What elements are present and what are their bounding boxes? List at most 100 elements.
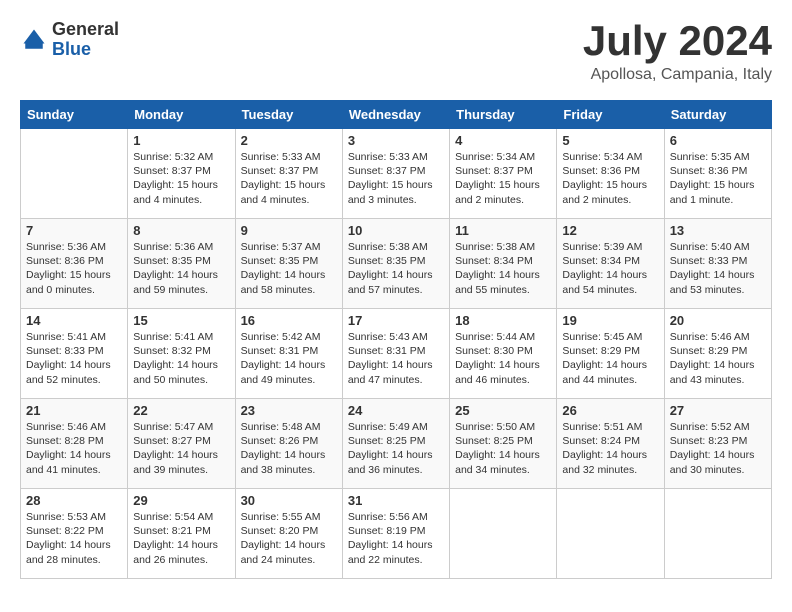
calendar-cell: 26 Sunrise: 5:51 AM Sunset: 8:24 PM Dayli…	[557, 399, 664, 489]
day-number: 27	[670, 403, 766, 418]
day-number: 5	[562, 133, 658, 148]
day-number: 17	[348, 313, 444, 328]
calendar-cell: 23 Sunrise: 5:48 AM Sunset: 8:26 PM Dayli…	[235, 399, 342, 489]
calendar-cell: 14Sunrise: 5:41 AM Sunset: 8:33 PM Dayli…	[21, 309, 128, 399]
col-header-monday: Monday	[128, 101, 235, 129]
cell-content: Sunrise: 5:36 AM Sunset: 8:36 PM Dayligh…	[26, 240, 122, 297]
calendar-cell: 16Sunrise: 5:42 AM Sunset: 8:31 PM Dayli…	[235, 309, 342, 399]
header-row: SundayMondayTuesdayWednesdayThursdayFrid…	[21, 101, 772, 129]
logo: General Blue	[20, 20, 119, 60]
week-row-1: 1Sunrise: 5:32 AM Sunset: 8:37 PM Daylig…	[21, 129, 772, 219]
calendar-cell: 30Sunrise: 5:55 AM Sunset: 8:20 PM Dayli…	[235, 489, 342, 579]
calendar-cell: 15Sunrise: 5:41 AM Sunset: 8:32 PM Dayli…	[128, 309, 235, 399]
calendar-cell: 20Sunrise: 5:46 AM Sunset: 8:29 PM Dayli…	[664, 309, 771, 399]
cell-content: Sunrise: 5:56 AM Sunset: 8:19 PM Dayligh…	[348, 510, 444, 567]
day-number: 31	[348, 493, 444, 508]
cell-content: Sunrise: 5:43 AM Sunset: 8:31 PM Dayligh…	[348, 330, 444, 387]
logo-blue-text: Blue	[52, 40, 119, 60]
day-number: 21	[26, 403, 122, 418]
cell-content: Sunrise: 5:44 AM Sunset: 8:30 PM Dayligh…	[455, 330, 551, 387]
day-number: 19	[562, 313, 658, 328]
title-block: July 2024 Apollosa, Campania, Italy	[583, 20, 772, 84]
day-number: 3	[348, 133, 444, 148]
calendar-body: 1Sunrise: 5:32 AM Sunset: 8:37 PM Daylig…	[21, 129, 772, 579]
cell-content: Sunrise: 5:33 AM Sunset: 8:37 PM Dayligh…	[348, 150, 444, 207]
day-number: 8	[133, 223, 229, 238]
page-header: General Blue July 2024 Apollosa, Campani…	[20, 20, 772, 84]
cell-content: Sunrise: 5:47 AM Sunset: 8:27 PM Dayligh…	[133, 420, 229, 477]
calendar-cell: 2Sunrise: 5:33 AM Sunset: 8:37 PM Daylig…	[235, 129, 342, 219]
day-number: 29	[133, 493, 229, 508]
day-number: 14	[26, 313, 122, 328]
logo-text: General Blue	[52, 20, 119, 60]
calendar-cell: 6 Sunrise: 5:35 AM Sunset: 8:36 PM Daylig…	[664, 129, 771, 219]
day-number: 26	[562, 403, 658, 418]
cell-content: Sunrise: 5:48 AM Sunset: 8:26 PM Dayligh…	[241, 420, 337, 477]
day-number: 30	[241, 493, 337, 508]
calendar-cell	[664, 489, 771, 579]
cell-content: Sunrise: 5:46 AM Sunset: 8:28 PM Dayligh…	[26, 420, 122, 477]
day-number: 24	[348, 403, 444, 418]
day-number: 6	[670, 133, 766, 148]
cell-content: Sunrise: 5:51 AM Sunset: 8:24 PM Dayligh…	[562, 420, 658, 477]
cell-content: Sunrise: 5:49 AM Sunset: 8:25 PM Dayligh…	[348, 420, 444, 477]
col-header-friday: Friday	[557, 101, 664, 129]
cell-content: Sunrise: 5:54 AM Sunset: 8:21 PM Dayligh…	[133, 510, 229, 567]
day-number: 10	[348, 223, 444, 238]
logo-general-text: General	[52, 20, 119, 40]
cell-content: Sunrise: 5:40 AM Sunset: 8:33 PM Dayligh…	[670, 240, 766, 297]
month-title: July 2024	[583, 20, 772, 62]
calendar-cell: 28Sunrise: 5:53 AM Sunset: 8:22 PM Dayli…	[21, 489, 128, 579]
day-number: 22	[133, 403, 229, 418]
calendar-cell: 19 Sunrise: 5:45 AM Sunset: 8:29 PM Dayli…	[557, 309, 664, 399]
calendar-cell: 7 Sunrise: 5:36 AM Sunset: 8:36 PM Daylig…	[21, 219, 128, 309]
cell-content: Sunrise: 5:34 AM Sunset: 8:36 PM Dayligh…	[562, 150, 658, 207]
cell-content: Sunrise: 5:52 AM Sunset: 8:23 PM Dayligh…	[670, 420, 766, 477]
calendar-cell: 9 Sunrise: 5:37 AM Sunset: 8:35 PM Daylig…	[235, 219, 342, 309]
cell-content: Sunrise: 5:36 AM Sunset: 8:35 PM Dayligh…	[133, 240, 229, 297]
calendar-cell: 4 Sunrise: 5:34 AM Sunset: 8:37 PM Daylig…	[450, 129, 557, 219]
calendar-cell: 21 Sunrise: 5:46 AM Sunset: 8:28 PM Dayli…	[21, 399, 128, 489]
cell-content: Sunrise: 5:32 AM Sunset: 8:37 PM Dayligh…	[133, 150, 229, 207]
week-row-2: 7 Sunrise: 5:36 AM Sunset: 8:36 PM Daylig…	[21, 219, 772, 309]
calendar-cell: 27 Sunrise: 5:52 AM Sunset: 8:23 PM Dayli…	[664, 399, 771, 489]
cell-content: Sunrise: 5:38 AM Sunset: 8:35 PM Dayligh…	[348, 240, 444, 297]
cell-content: Sunrise: 5:37 AM Sunset: 8:35 PM Dayligh…	[241, 240, 337, 297]
calendar-cell: 25 Sunrise: 5:50 AM Sunset: 8:25 PM Dayli…	[450, 399, 557, 489]
calendar-cell: 18 Sunrise: 5:44 AM Sunset: 8:30 PM Dayli…	[450, 309, 557, 399]
calendar-cell: 5 Sunrise: 5:34 AM Sunset: 8:36 PM Daylig…	[557, 129, 664, 219]
day-number: 4	[455, 133, 551, 148]
day-number: 20	[670, 313, 766, 328]
cell-content: Sunrise: 5:42 AM Sunset: 8:31 PM Dayligh…	[241, 330, 337, 387]
cell-content: Sunrise: 5:50 AM Sunset: 8:25 PM Dayligh…	[455, 420, 551, 477]
col-header-tuesday: Tuesday	[235, 101, 342, 129]
calendar-table: SundayMondayTuesdayWednesdayThursdayFrid…	[20, 100, 772, 579]
calendar-cell: 13 Sunrise: 5:40 AM Sunset: 8:33 PM Dayli…	[664, 219, 771, 309]
day-number: 23	[241, 403, 337, 418]
week-row-4: 21 Sunrise: 5:46 AM Sunset: 8:28 PM Dayli…	[21, 399, 772, 489]
calendar-cell: 31 Sunrise: 5:56 AM Sunset: 8:19 PM Dayli…	[342, 489, 449, 579]
cell-content: Sunrise: 5:39 AM Sunset: 8:34 PM Dayligh…	[562, 240, 658, 297]
calendar-cell: 29 Sunrise: 5:54 AM Sunset: 8:21 PM Dayli…	[128, 489, 235, 579]
day-number: 25	[455, 403, 551, 418]
cell-content: Sunrise: 5:41 AM Sunset: 8:32 PM Dayligh…	[133, 330, 229, 387]
cell-content: Sunrise: 5:34 AM Sunset: 8:37 PM Dayligh…	[455, 150, 551, 207]
calendar-cell: 22 Sunrise: 5:47 AM Sunset: 8:27 PM Dayli…	[128, 399, 235, 489]
cell-content: Sunrise: 5:35 AM Sunset: 8:36 PM Dayligh…	[670, 150, 766, 207]
calendar-cell: 8 Sunrise: 5:36 AM Sunset: 8:35 PM Daylig…	[128, 219, 235, 309]
day-number: 11	[455, 223, 551, 238]
calendar-cell: 3 Sunrise: 5:33 AM Sunset: 8:37 PM Daylig…	[342, 129, 449, 219]
cell-content: Sunrise: 5:38 AM Sunset: 8:34 PM Dayligh…	[455, 240, 551, 297]
logo-icon	[20, 26, 48, 54]
day-number: 13	[670, 223, 766, 238]
week-row-3: 14Sunrise: 5:41 AM Sunset: 8:33 PM Dayli…	[21, 309, 772, 399]
calendar-cell	[557, 489, 664, 579]
cell-content: Sunrise: 5:45 AM Sunset: 8:29 PM Dayligh…	[562, 330, 658, 387]
cell-content: Sunrise: 5:53 AM Sunset: 8:22 PM Dayligh…	[26, 510, 122, 567]
day-number: 18	[455, 313, 551, 328]
day-number: 12	[562, 223, 658, 238]
day-number: 9	[241, 223, 337, 238]
day-number: 7	[26, 223, 122, 238]
calendar-header: SundayMondayTuesdayWednesdayThursdayFrid…	[21, 101, 772, 129]
calendar-cell: 17 Sunrise: 5:43 AM Sunset: 8:31 PM Dayli…	[342, 309, 449, 399]
